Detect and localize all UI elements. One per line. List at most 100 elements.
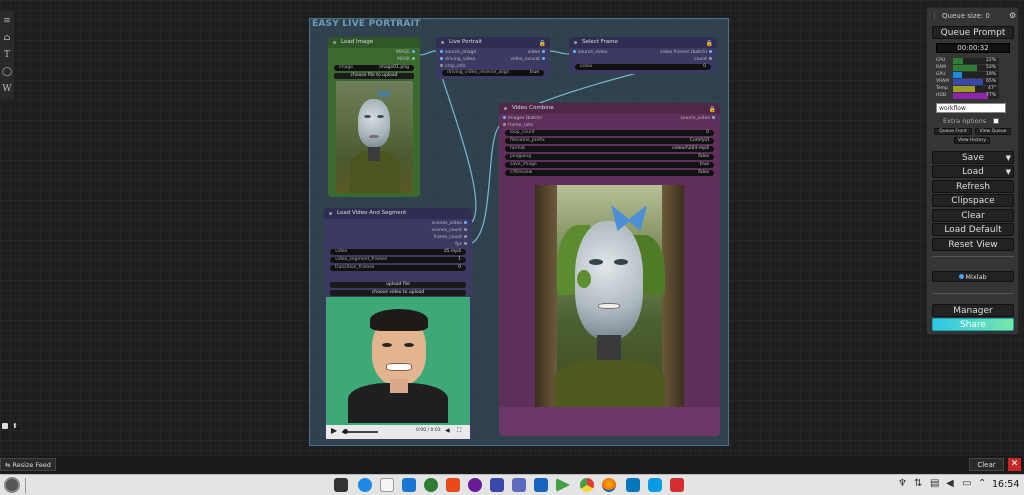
volume-icon[interactable]: ◀ bbox=[445, 427, 450, 434]
workflow-name-input[interactable]: workflow bbox=[936, 103, 1006, 113]
app-purple-icon[interactable] bbox=[468, 478, 482, 492]
app-indigo-icon[interactable] bbox=[490, 478, 504, 492]
play-icon[interactable]: ▶ bbox=[331, 426, 337, 435]
monitor-label: CPU bbox=[936, 58, 946, 63]
drag-handle-icon[interactable]: ⋮ bbox=[931, 12, 938, 20]
monitor-row-cpu: CPU 22% bbox=[936, 58, 1016, 64]
comfyui-canvas[interactable]: ≡ ⌂ T ◯ W ⬆ EASY LIVE PORTRAIT Load Imag… bbox=[0, 0, 1024, 495]
save-dropdown-icon[interactable]: ▼ bbox=[1006, 152, 1011, 164]
choose-video-button[interactable]: choose video to upload bbox=[330, 290, 466, 296]
node-load-image[interactable]: Load Image IMAGE MASK image image01.png c… bbox=[328, 37, 420, 197]
input-images[interactable]: images (batch) bbox=[501, 115, 542, 122]
text-editor-icon[interactable] bbox=[380, 478, 394, 492]
resize-feed-button[interactable]: ⇆ Resize Feed bbox=[0, 458, 56, 471]
terminal-icon[interactable] bbox=[334, 478, 348, 492]
image-select-widget[interactable]: image image01.png bbox=[334, 65, 414, 71]
collapse-dot[interactable] bbox=[441, 41, 444, 44]
output-video-concat[interactable]: video_concat bbox=[510, 56, 547, 63]
settings-gear-icon[interactable]: ⚙ bbox=[1009, 11, 1016, 20]
load-dropdown-icon[interactable]: ▼ bbox=[1006, 166, 1011, 178]
clipspace-button[interactable]: Clipspace bbox=[932, 194, 1014, 207]
queue-prompt-button[interactable]: Queue Prompt bbox=[932, 26, 1014, 39]
volume-icon[interactable]: ◀ bbox=[946, 478, 954, 489]
node-video-combine[interactable]: Video Combine 🔒 images (batch) frame_rat… bbox=[499, 103, 720, 436]
collapse-dot[interactable] bbox=[504, 107, 507, 110]
chrome-icon[interactable] bbox=[580, 478, 594, 492]
refresh-button[interactable]: Refresh bbox=[932, 180, 1014, 193]
network-icon[interactable]: ⇅ bbox=[914, 478, 922, 489]
extra-options-checkbox[interactable] bbox=[993, 118, 999, 124]
share-button[interactable]: Share bbox=[932, 318, 1014, 331]
queue-front-button[interactable]: Queue Front bbox=[934, 128, 972, 135]
output-source-video[interactable]: source_video bbox=[681, 115, 718, 122]
docker-icon[interactable] bbox=[648, 478, 662, 492]
files-icon[interactable] bbox=[402, 478, 416, 492]
pingpong-widget[interactable]: pingpong false bbox=[505, 154, 714, 160]
output-video-preview[interactable] bbox=[535, 185, 684, 407]
reset-view-button[interactable]: Reset View bbox=[932, 238, 1014, 251]
output-count[interactable]: count bbox=[694, 56, 714, 63]
firefox-icon[interactable] bbox=[602, 478, 616, 492]
filename-prefix-widget[interactable]: filename_prefix ComfyUI bbox=[505, 138, 714, 144]
input-crop-info[interactable]: crop_info bbox=[438, 63, 466, 70]
index-widget[interactable]: index 0 bbox=[575, 64, 711, 70]
output-video-frames[interactable]: video frames (batch) bbox=[660, 49, 714, 56]
driving-video-preview[interactable]: ▶ 0:00 / 0:03 ◀ ⛶ bbox=[326, 297, 470, 439]
app-grid-icon[interactable] bbox=[534, 478, 548, 492]
node-select-frame[interactable]: Select Frame 🔒 source_video video frames… bbox=[569, 37, 717, 74]
input-source-image[interactable]: source_image bbox=[438, 49, 476, 56]
tray-arrow-icon[interactable]: ⌃ bbox=[978, 478, 986, 489]
upload-file-button[interactable]: upload file bbox=[330, 282, 466, 288]
input-driving-video[interactable]: driving_video bbox=[438, 56, 475, 63]
reverse-align-widget[interactable]: driving_video_reverse_align true bbox=[442, 70, 544, 76]
feed-clear-button[interactable]: Clear bbox=[969, 458, 1004, 471]
start-menu-icon[interactable] bbox=[4, 477, 20, 493]
transition-frames-widget[interactable]: transition_frames 0 bbox=[330, 265, 466, 271]
usb-icon[interactable]: ♆ bbox=[898, 478, 907, 489]
clock[interactable]: 16:54 bbox=[992, 479, 1019, 490]
view-queue-button[interactable]: View Queue bbox=[975, 128, 1011, 135]
output-frame-count[interactable]: frame_count bbox=[434, 234, 469, 241]
mixlab-button[interactable]: Mixlab bbox=[932, 271, 1014, 282]
monitor-value: 77% bbox=[985, 93, 996, 98]
globe-icon[interactable] bbox=[424, 478, 438, 492]
clipboard-icon[interactable]: ▤ bbox=[930, 478, 939, 489]
loop-count-widget[interactable]: loop_count 0 bbox=[505, 130, 714, 136]
segment-frames-widget[interactable]: video_segment_frames 1 bbox=[330, 257, 466, 263]
app-orange-icon[interactable] bbox=[446, 478, 460, 492]
input-frame-rate[interactable]: frame_rate bbox=[501, 122, 533, 129]
output-video[interactable]: video bbox=[528, 49, 547, 56]
choose-file-button[interactable]: choose file to upload bbox=[334, 73, 414, 79]
battery-icon[interactable]: ▭ bbox=[962, 478, 971, 489]
node-load-video[interactable]: Load Video And Segment scenes_video scen… bbox=[324, 208, 472, 440]
seek-handle[interactable] bbox=[343, 429, 348, 434]
output-image[interactable]: IMAGE bbox=[395, 49, 417, 56]
input-source-video[interactable]: source_video bbox=[571, 49, 608, 56]
feed-close-icon[interactable]: ✕ bbox=[1008, 458, 1021, 471]
output-scenes-count[interactable]: scenes_count bbox=[432, 227, 470, 234]
output-fps[interactable]: fps bbox=[455, 241, 469, 248]
app-blue-circle-icon[interactable] bbox=[358, 478, 372, 492]
load-default-button[interactable]: Load Default bbox=[932, 223, 1014, 236]
format-widget[interactable]: format video/h264-mp4 bbox=[505, 146, 714, 152]
output-mask[interactable]: MASK bbox=[397, 56, 417, 63]
video-select-widget[interactable]: video d5.mp4 bbox=[330, 249, 466, 255]
load-button[interactable]: Load ▼ bbox=[932, 165, 1014, 178]
media-player-icon[interactable] bbox=[556, 478, 570, 492]
manager-button[interactable]: Manager bbox=[932, 304, 1014, 317]
app-window-icon[interactable] bbox=[626, 478, 640, 492]
collapse-dot[interactable] bbox=[574, 41, 577, 44]
collapse-dot[interactable] bbox=[329, 212, 332, 215]
collapse-dot[interactable] bbox=[333, 41, 336, 44]
save-image-widget[interactable]: save_image true bbox=[505, 162, 714, 168]
review-widget[interactable]: crf/review false bbox=[505, 170, 714, 176]
clear-button[interactable]: Clear bbox=[932, 209, 1014, 222]
save-button[interactable]: Save ▼ bbox=[932, 151, 1014, 164]
output-scenes-video[interactable]: scenes_video bbox=[432, 220, 469, 227]
node-live-portrait[interactable]: Live Portrait 🔒 source_image driving_vid… bbox=[436, 37, 550, 79]
app-blue-icon[interactable] bbox=[512, 478, 526, 492]
fullscreen-icon[interactable]: ⛶ bbox=[457, 427, 461, 435]
app-red-icon[interactable] bbox=[670, 478, 684, 492]
resize-icon: ⇆ bbox=[5, 461, 11, 469]
view-history-button[interactable]: View History bbox=[954, 137, 990, 144]
